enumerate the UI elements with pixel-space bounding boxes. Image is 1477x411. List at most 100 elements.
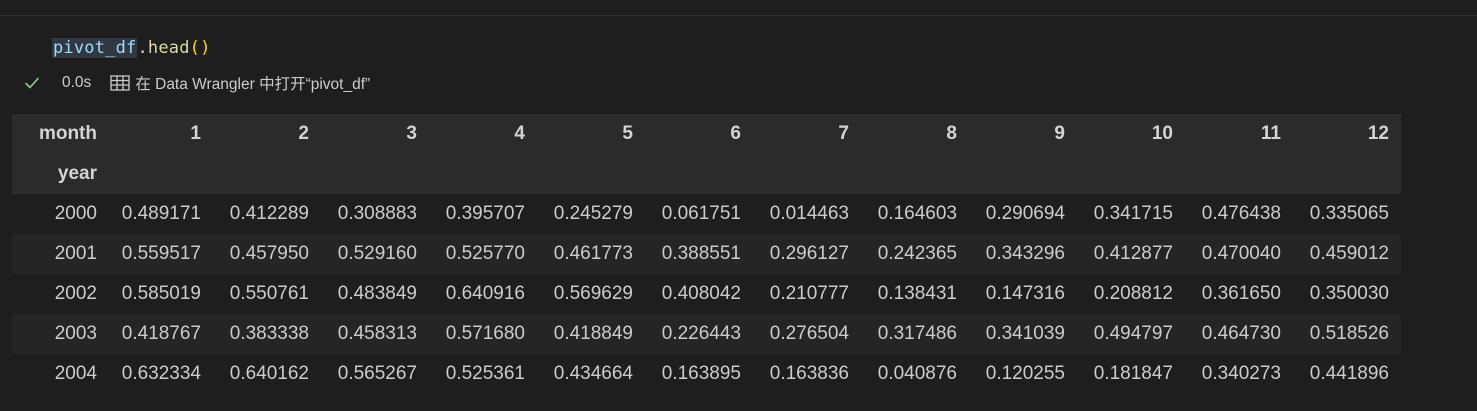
cell-value: 0.317486 xyxy=(877,323,957,344)
open-in-data-wrangler-link[interactable]: 在 Data Wrangler 中打开“pivot_df” xyxy=(109,72,370,94)
code-parens: () xyxy=(189,38,211,58)
cell-value: 0.226443 xyxy=(661,323,741,344)
cell-value: 0.290694 xyxy=(985,203,1065,224)
table-cell: 0.412877 xyxy=(1077,234,1185,274)
cell-value: 0.441896 xyxy=(1309,363,1389,384)
cell-value: 0.494797 xyxy=(1093,323,1173,344)
cell-value: 0.483849 xyxy=(337,283,417,304)
table-cell: 0.525770 xyxy=(429,234,537,274)
cell-value: 0.343296 xyxy=(985,243,1065,264)
cell-value: 0.308883 xyxy=(337,203,417,224)
cell-value: 0.341715 xyxy=(1093,203,1173,224)
table-cell: 0.565267 xyxy=(321,354,429,394)
column-header: 9 xyxy=(969,114,1077,154)
code-cell-input[interactable]: pivot_df. head() xyxy=(52,35,211,61)
row-index: 2000 xyxy=(54,203,97,224)
cell-value: 0.640162 xyxy=(229,363,309,384)
table-cell: 0.550761 xyxy=(213,274,321,314)
table-cell: 0.242365 xyxy=(861,234,969,274)
column-header-label: 7 xyxy=(838,123,849,144)
table-cell: 0.350030 xyxy=(1293,274,1401,314)
index-header-blank xyxy=(1293,154,1401,194)
cell-value: 0.147316 xyxy=(985,283,1065,304)
table-cell: 0.340273 xyxy=(1185,354,1293,394)
table-cell: 0.470040 xyxy=(1185,234,1293,274)
cell-value: 0.164603 xyxy=(877,203,957,224)
cell-value: 0.489171 xyxy=(121,203,201,224)
execution-time: 0.0s xyxy=(62,74,92,91)
table-cell: 0.483849 xyxy=(321,274,429,314)
cell-value: 0.276504 xyxy=(769,323,849,344)
table-cell: 0.181847 xyxy=(1077,354,1185,394)
table-cell: 0.559517 xyxy=(105,234,213,274)
row-index: 2002 xyxy=(54,283,97,304)
cell-value: 0.208812 xyxy=(1093,283,1173,304)
table-cell: 0.208812 xyxy=(1077,274,1185,314)
cell-value: 0.518526 xyxy=(1309,323,1389,344)
cell-value: 0.459012 xyxy=(1309,243,1389,264)
data-wrangler-icon xyxy=(109,74,131,92)
column-header: 11 xyxy=(1185,114,1293,154)
cell-value: 0.565267 xyxy=(337,363,417,384)
table-cell: 0.335065 xyxy=(1293,194,1401,234)
cell-value: 0.395707 xyxy=(445,203,525,224)
table-cell: 0.361650 xyxy=(1185,274,1293,314)
cell-value: 0.464730 xyxy=(1201,323,1281,344)
cell-value: 0.529160 xyxy=(337,243,417,264)
table-cell: 0.308883 xyxy=(321,194,429,234)
cell-value: 0.383338 xyxy=(229,323,309,344)
index-name-header: year xyxy=(57,163,97,184)
code-dot: . xyxy=(137,38,148,58)
table-cell: 0.418767 xyxy=(105,314,213,354)
table-cell: 0.014463 xyxy=(753,194,861,234)
table-cell: 0.494797 xyxy=(1077,314,1185,354)
cell-value: 0.138431 xyxy=(877,283,957,304)
table-cell: 0.518526 xyxy=(1293,314,1401,354)
table-cell: 0.245279 xyxy=(537,194,645,234)
table-row: 2003 0.418767 0.383338 0.458313 0.571680 0.41… xyxy=(12,314,1401,354)
table-cell: 0.120255 xyxy=(969,354,1077,394)
column-header: 2 xyxy=(213,114,321,154)
column-header: 6 xyxy=(645,114,753,154)
table-cell: 0.434664 xyxy=(537,354,645,394)
table-cell: 0.457950 xyxy=(213,234,321,274)
cell-value: 0.585019 xyxy=(121,283,201,304)
column-header-label: 2 xyxy=(298,123,309,144)
cell-value: 0.181847 xyxy=(1093,363,1173,384)
column-header: 3 xyxy=(321,114,429,154)
table-cell: 0.525361 xyxy=(429,354,537,394)
column-header-label: 1 xyxy=(190,123,201,144)
cell-value: 0.163836 xyxy=(769,363,849,384)
table-cell: 0.476438 xyxy=(1185,194,1293,234)
table-cell: 0.640162 xyxy=(213,354,321,394)
cell-value: 0.550761 xyxy=(229,283,309,304)
table-cell: 0.163836 xyxy=(753,354,861,394)
column-header-label: 3 xyxy=(406,123,417,144)
cell-value: 0.559517 xyxy=(121,243,201,264)
column-header-label: 9 xyxy=(1054,123,1065,144)
index-header-blank xyxy=(1077,154,1185,194)
table-cell: 0.441896 xyxy=(1293,354,1401,394)
cell-value: 0.525770 xyxy=(445,243,525,264)
index-header-blank xyxy=(321,154,429,194)
cell-value: 0.163895 xyxy=(661,363,741,384)
dataframe-table: month 1 2 3 4 5 6 7 8 9 10 11 12 year 2000 0.489171 0… xyxy=(12,114,1401,394)
index-header-blank xyxy=(429,154,537,194)
column-header-label: 4 xyxy=(514,123,525,144)
cell-value: 0.350030 xyxy=(1309,283,1389,304)
table-cell: 0.147316 xyxy=(969,274,1077,314)
cell-value: 0.640916 xyxy=(445,283,525,304)
table-row: 2002 0.585019 0.550761 0.483849 0.640916 0.56… xyxy=(12,274,1401,314)
table-row: 2004 0.632334 0.640162 0.565267 0.525361 0.43… xyxy=(12,354,1401,394)
table-cell: 0.163895 xyxy=(645,354,753,394)
table-cell: 0.459012 xyxy=(1293,234,1401,274)
cell-value: 0.120255 xyxy=(985,363,1065,384)
table-cell: 0.388551 xyxy=(645,234,753,274)
table-cell: 0.569629 xyxy=(537,274,645,314)
column-header: 4 xyxy=(429,114,537,154)
columns-name-header: month xyxy=(38,123,97,144)
column-header-label: 8 xyxy=(946,123,957,144)
table-row: 2000 0.489171 0.412289 0.308883 0.395707 0.24… xyxy=(12,194,1401,234)
table-cell: 0.408042 xyxy=(645,274,753,314)
cell-value: 0.242365 xyxy=(877,243,957,264)
